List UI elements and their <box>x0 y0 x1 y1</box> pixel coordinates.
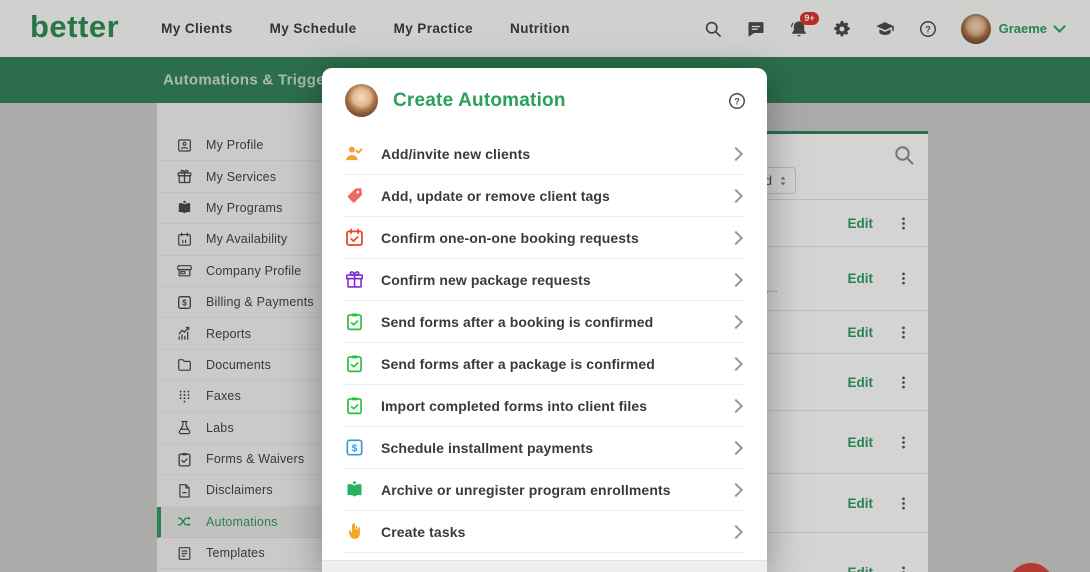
modal-footer-strip <box>322 560 767 572</box>
chevron-right-icon <box>729 230 743 244</box>
create-automation-modal: Create Automation ? Add/invite new clien… <box>322 68 767 572</box>
chevron-right-icon <box>729 314 743 328</box>
automation-option-label: Send forms after a package is confirmed <box>381 356 655 372</box>
dollar-square-icon: $ <box>344 437 365 458</box>
automation-option-add-invite-new-clients[interactable]: Add/invite new clients <box>344 133 745 175</box>
book-icon <box>344 479 365 500</box>
automation-option-label: Add/invite new clients <box>381 146 530 162</box>
modal-title: Create Automation <box>393 90 566 112</box>
modal-header: Create Automation ? <box>322 68 767 133</box>
chevron-right-icon <box>729 146 743 160</box>
automation-options-list: Add/invite new clients Add, update or rem… <box>322 133 767 553</box>
automation-option-import-completed-forms-into-client-files[interactable]: Import completed forms into client files <box>344 385 745 427</box>
automation-option-archive-or-unregister-program-enrollments[interactable]: Archive or unregister program enrollment… <box>344 469 745 511</box>
automation-option-confirm-one-on-one-booking-requests[interactable]: Confirm one-on-one booking requests <box>344 217 745 259</box>
gift-icon <box>344 269 365 290</box>
calendar-check-icon <box>344 227 365 248</box>
automation-option-partial <box>322 553 767 560</box>
automation-option-send-forms-after-a-package-is-confirmed[interactable]: Send forms after a package is confirmed <box>344 343 745 385</box>
user-check-icon <box>344 143 365 164</box>
clipboard-check-icon <box>344 353 365 374</box>
app-screen: better My ClientsMy ScheduleMy PracticeN… <box>0 0 1090 572</box>
clipboard-check-icon <box>344 395 365 416</box>
automation-option-label: Schedule installment payments <box>381 440 593 456</box>
svg-text:$: $ <box>352 443 358 454</box>
chevron-right-icon <box>729 440 743 454</box>
automation-option-label: Archive or unregister program enrollment… <box>381 482 671 498</box>
chevron-right-icon <box>729 188 743 202</box>
chevron-right-icon <box>729 524 743 538</box>
clipboard-check-icon <box>344 311 365 332</box>
automation-option-label: Add, update or remove client tags <box>381 188 610 204</box>
automation-option-create-tasks[interactable]: Create tasks <box>344 511 745 553</box>
chevron-right-icon <box>729 398 743 412</box>
automation-option-send-forms-after-a-booking-is-confirmed[interactable]: Send forms after a booking is confirmed <box>344 301 745 343</box>
modal-avatar <box>345 84 378 117</box>
chevron-right-icon <box>729 272 743 286</box>
chevron-right-icon <box>729 356 743 370</box>
automation-option-label: Confirm new package requests <box>381 272 591 288</box>
automation-option-label: Send forms after a booking is confirmed <box>381 314 653 330</box>
svg-text:?: ? <box>734 96 740 106</box>
automation-option-confirm-new-package-requests[interactable]: Confirm new package requests <box>344 259 745 301</box>
chevron-right-icon <box>729 482 743 496</box>
automation-option-add-update-or-remove-client-tags[interactable]: Add, update or remove client tags <box>344 175 745 217</box>
automation-option-label: Import completed forms into client files <box>381 398 647 414</box>
automation-option-label: Create tasks <box>381 524 465 540</box>
automation-option-schedule-installment-payments[interactable]: $ Schedule installment payments <box>344 427 745 469</box>
tag-icon <box>344 185 365 206</box>
hand-icon <box>344 521 365 542</box>
help-icon[interactable]: ? <box>727 91 747 111</box>
automation-option-label: Confirm one-on-one booking requests <box>381 230 639 246</box>
